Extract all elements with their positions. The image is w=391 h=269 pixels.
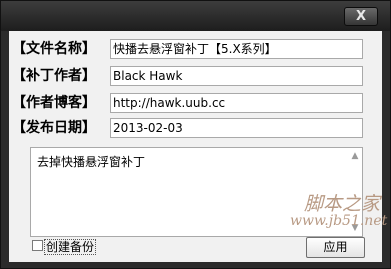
file-name-field[interactable]: 快播去悬浮窗补丁【5.X系列】	[110, 39, 363, 59]
apply-button[interactable]: 应用	[306, 237, 365, 258]
client-area: 【文件名称】 快播去悬浮窗补丁【5.X系列】 【补丁作者】 Black Hawk…	[9, 31, 387, 262]
scroll-up-arrow-icon[interactable]: ▲	[350, 151, 360, 161]
checkbox-box[interactable]	[32, 240, 43, 251]
description-text: 去掉快播悬浮窗补丁	[37, 155, 146, 169]
close-button[interactable]: X	[344, 7, 378, 26]
row-release-date: 【发布日期】 2013-02-03	[9, 117, 382, 139]
row-patch-author: 【补丁作者】 Black Hawk	[9, 65, 382, 87]
row-file-name: 【文件名称】 快播去悬浮窗补丁【5.X系列】	[9, 38, 382, 60]
file-name-label: 【文件名称】	[12, 41, 96, 57]
row-author-blog: 【作者博客】 http://hawk.uub.cc	[9, 92, 382, 114]
author-blog-field[interactable]: http://hawk.uub.cc	[110, 93, 363, 113]
watermark-url: www.jb51.net	[290, 213, 388, 229]
author-blog-label: 【作者博客】	[12, 95, 96, 111]
watermark-brand: 脚本之家	[304, 193, 381, 215]
release-date-label: 【发布日期】	[12, 120, 96, 136]
release-date-field[interactable]: 2013-02-03	[110, 118, 363, 138]
create-backup-label[interactable]: 创建备份	[44, 239, 97, 255]
patch-window: X 【文件名称】 快播去悬浮窗补丁【5.X系列】 【补丁作者】 Black Ha…	[0, 0, 391, 269]
title-bar[interactable]: X	[1, 1, 390, 31]
patch-author-field[interactable]: Black Hawk	[110, 66, 363, 86]
close-icon: X	[355, 9, 367, 24]
patch-author-label: 【补丁作者】	[12, 68, 96, 84]
